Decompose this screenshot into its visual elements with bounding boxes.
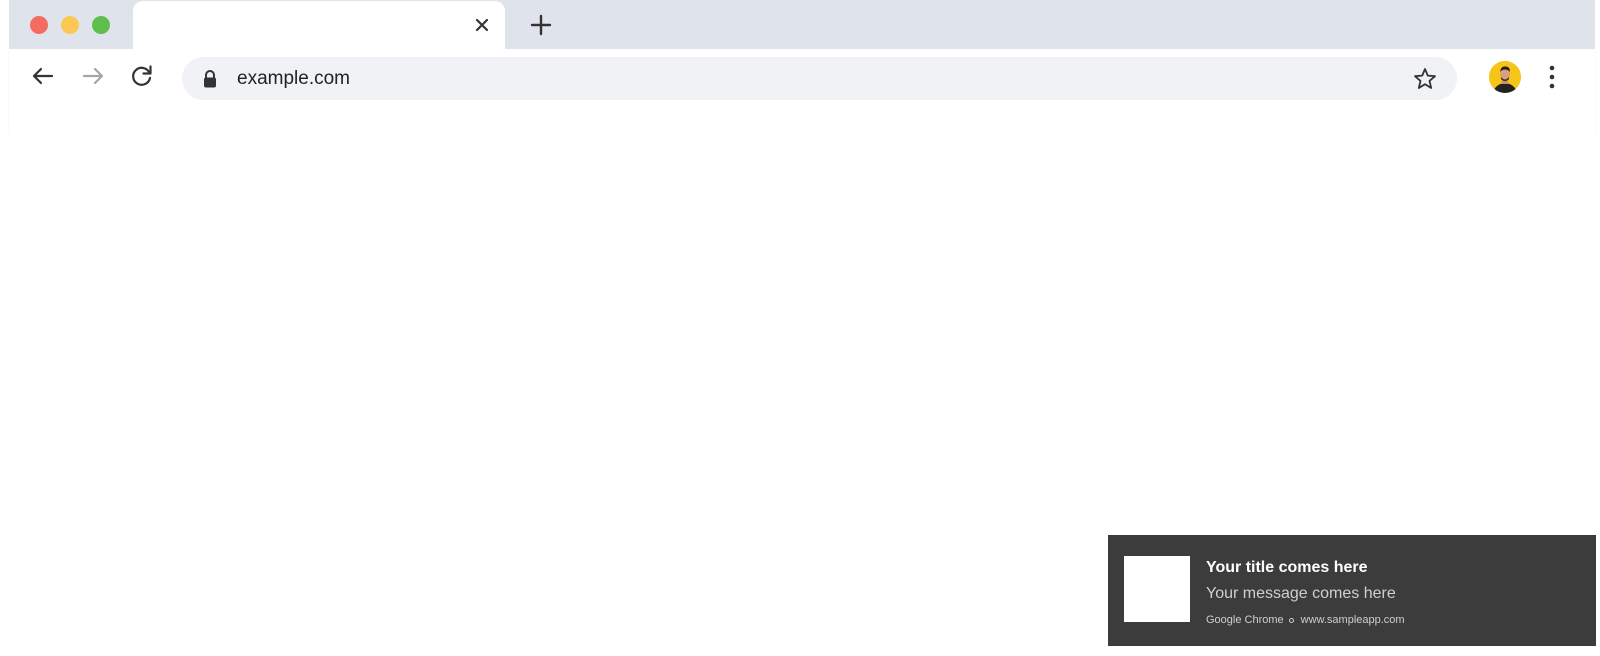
window-close-button[interactable] xyxy=(30,16,48,34)
active-tab[interactable] xyxy=(133,1,505,49)
notification-image xyxy=(1124,556,1190,622)
avatar[interactable] xyxy=(1489,61,1521,93)
notification-title: Your title comes here xyxy=(1206,559,1368,576)
plus-icon[interactable] xyxy=(528,12,554,38)
url-text[interactable]: example.com xyxy=(237,68,350,90)
notification-toast[interactable]: Your title comes here Your message comes… xyxy=(1108,535,1596,646)
tab-strip xyxy=(9,0,1595,49)
notification-site: www.sampleapp.com xyxy=(1300,614,1405,626)
arrow-left-icon[interactable] xyxy=(28,61,58,91)
reload-icon[interactable] xyxy=(127,61,157,91)
notification-message: Your message comes here xyxy=(1206,585,1396,602)
address-bar[interactable]: example.com xyxy=(182,57,1457,100)
notification-footer: Google Chrome www.sampleapp.com xyxy=(1206,614,1405,626)
notification-source: Google Chrome xyxy=(1206,614,1284,626)
arrow-right-icon[interactable] xyxy=(78,61,108,91)
lock-icon xyxy=(201,69,219,89)
window-zoom-button[interactable] xyxy=(92,16,110,34)
star-icon[interactable] xyxy=(1412,66,1438,92)
window-minimize-button[interactable] xyxy=(61,16,79,34)
toolbar: example.com xyxy=(9,49,1595,134)
more-vertical-icon[interactable] xyxy=(1546,63,1558,91)
close-icon[interactable] xyxy=(471,14,493,36)
separator-dot-icon xyxy=(1288,617,1294,623)
